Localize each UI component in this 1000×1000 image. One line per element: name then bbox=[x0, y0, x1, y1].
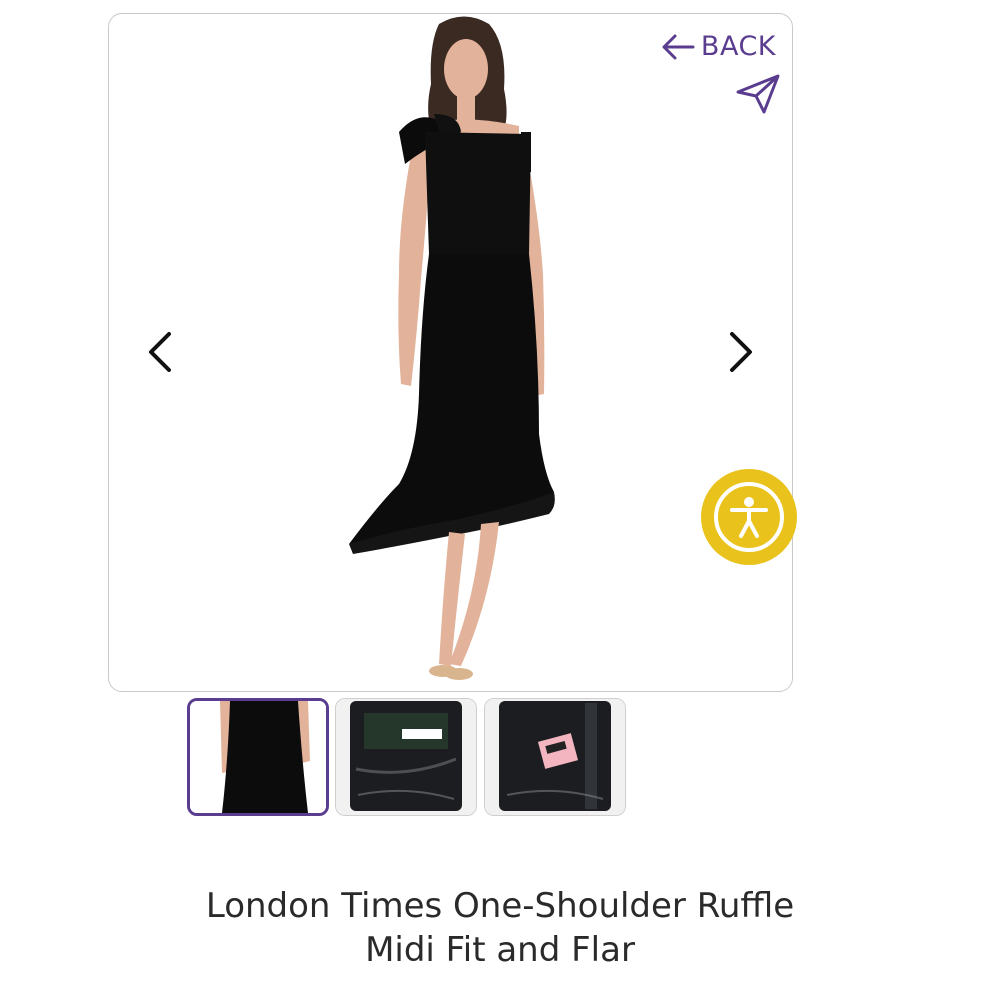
accessibility-icon bbox=[714, 482, 784, 552]
accessibility-button[interactable] bbox=[701, 469, 797, 565]
thumbnail-2[interactable] bbox=[335, 698, 477, 816]
share-send-icon[interactable] bbox=[734, 72, 782, 116]
main-image-card: BACK bbox=[108, 13, 793, 692]
thumbnail-1[interactable] bbox=[187, 698, 329, 816]
thumbnail-image bbox=[485, 699, 625, 815]
thumbnail-3[interactable] bbox=[484, 698, 626, 816]
product-title: London Times One-Shoulder Ruffle Midi Fi… bbox=[100, 884, 900, 972]
chevron-left-icon[interactable] bbox=[141, 330, 181, 374]
product-title-line-2: Midi Fit and Flar bbox=[365, 930, 635, 970]
thumbnail-image bbox=[190, 701, 326, 813]
product-title-line-1: London Times One-Shoulder Ruffle bbox=[205, 886, 795, 926]
product-page: BACK London Times One-Shoulder Ruffle Mi… bbox=[0, 0, 1000, 1000]
chevron-right-icon[interactable] bbox=[720, 330, 760, 374]
back-button[interactable]: BACK bbox=[661, 31, 776, 62]
product-main-image bbox=[349, 16, 555, 680]
back-label: BACK bbox=[700, 31, 776, 62]
thumbnail-image bbox=[336, 699, 476, 815]
back-arrow-icon bbox=[662, 34, 695, 59]
